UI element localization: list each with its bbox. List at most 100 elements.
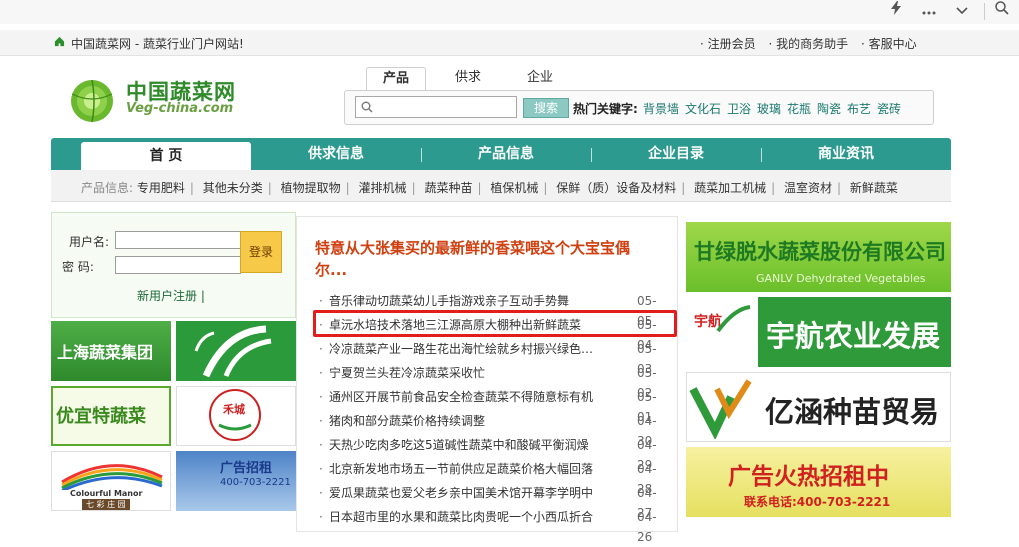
hot-keyword[interactable]: 瓷砖 bbox=[877, 100, 901, 117]
subnav-item[interactable]: 保鲜（质）设备及材料 bbox=[556, 181, 676, 195]
chevron-down-icon[interactable] bbox=[950, 0, 974, 24]
home-icon bbox=[54, 36, 65, 47]
logo-english-text: Veg-china.com bbox=[126, 101, 234, 116]
tab-supply-demand[interactable]: 供求 bbox=[438, 67, 498, 91]
ad-green-logo[interactable] bbox=[176, 321, 296, 381]
news-item[interactable]: · 宁夏贺兰头茬冷凉蔬菜采收忙 05-02 bbox=[315, 363, 667, 400]
rainbow-stripes-icon bbox=[61, 464, 163, 493]
news-item[interactable]: · 冷凉蔬菜产业一路生花出海忙绘就乡村振兴绿色画卷 05-03 bbox=[315, 339, 667, 376]
ad-subtext: 联系电话:400-703-2221 bbox=[744, 495, 891, 509]
subnav-item[interactable]: 蔬菜加工机械 bbox=[694, 181, 766, 195]
news-title[interactable]: 冷凉蔬菜产业一路生花出海忙绘就乡村振兴绿色画卷 bbox=[329, 339, 597, 359]
news-panel: 特意从大张集买的最新鲜的香菜喂这个大宝宝偶尔... · 音乐律动切蔬菜幼儿手指游戏… bbox=[296, 216, 678, 544]
nav-enterprise-directory[interactable]: 企业目录 bbox=[591, 138, 761, 170]
browser-toolbar bbox=[0, 0, 1019, 24]
password-label: 密 码: bbox=[62, 260, 94, 274]
subnav-item[interactable]: 专用肥料 bbox=[137, 181, 185, 195]
subnav-item[interactable]: 灌排机械 bbox=[359, 181, 407, 195]
more-icon[interactable] bbox=[917, 0, 941, 24]
ad-for-rent-large[interactable]: 广告火热招租中 联系电话:400-703-2221 bbox=[686, 447, 951, 517]
subnav-item[interactable]: 温室资材 bbox=[784, 181, 832, 195]
product-subnav: 产品信息: 专用肥料 | 其他未分类 | 植物提取物 | 灌排机械 | 蔬菜种苗 | 植保… bbox=[51, 170, 951, 202]
hot-keyword[interactable]: 花瓶 bbox=[787, 100, 811, 117]
nav-home[interactable]: 首 页 bbox=[81, 142, 251, 170]
ad-title: 广告火热招租中 bbox=[728, 464, 889, 490]
hot-keyword[interactable]: 文化石 bbox=[685, 100, 721, 117]
ad-yihan-seedling[interactable]: 亿涵种苗贸易 bbox=[686, 372, 951, 442]
hot-keyword[interactable]: 卫浴 bbox=[727, 100, 751, 117]
ad-yuhang-agriculture[interactable]: 宇航 宇航农业发展 bbox=[686, 297, 951, 367]
ad-subtext: GANLV Dehydrated Vegetables bbox=[756, 272, 926, 285]
ad-for-rent-small[interactable]: 广告招租 400-703-2221 bbox=[176, 451, 296, 511]
ad-text: 上海蔬菜集团 bbox=[57, 343, 154, 362]
leaf-road-icon bbox=[194, 325, 272, 378]
news-title[interactable]: 通州区开展节前食品安全检查蔬菜不得随意标有机 bbox=[329, 387, 597, 407]
news-item[interactable]: · 猪肉和部分蔬菜价格持续调整 04-30 bbox=[315, 411, 667, 448]
cabbage-logo-icon bbox=[71, 79, 113, 123]
yuhang-logo-icon: 宇航 bbox=[686, 297, 758, 367]
nav-supply-demand[interactable]: 供求信息 bbox=[251, 138, 421, 170]
ad-ganlv-dehydrated[interactable]: 甘绿脱水蔬菜股份有限公司 GANLV Dehydrated Vegetables bbox=[686, 222, 951, 292]
magnifier-icon bbox=[361, 101, 373, 113]
highlight-box bbox=[313, 310, 677, 337]
register-member-link[interactable]: · 注册会员 bbox=[700, 37, 756, 51]
ad-subtext: 七 彩 庄 园 bbox=[82, 499, 130, 510]
subnav-label: 产品信息: bbox=[81, 181, 134, 195]
top-links: · 注册会员 · 我的商务助手 · 客服中心 bbox=[700, 35, 926, 52]
subnav-item[interactable]: 其他未分类 bbox=[203, 181, 263, 195]
ad-title: 甘绿脱水蔬菜股份有限公司 bbox=[694, 240, 946, 264]
ad-title: 亿涵种苗贸易 bbox=[765, 395, 940, 429]
username-input[interactable] bbox=[115, 231, 241, 249]
news-title[interactable]: 天热少吃肉多吃这5道碱性蔬菜中和酸碱平衡润燥 bbox=[329, 435, 597, 455]
hot-keyword[interactable]: 玻璃 bbox=[757, 100, 781, 117]
ad-shanghai-vegetable-group[interactable]: 上海蔬菜集团 bbox=[51, 321, 171, 381]
nav-business-news[interactable]: 商业资讯 bbox=[761, 138, 931, 170]
lightning-icon[interactable] bbox=[884, 0, 908, 24]
subnav-item[interactable]: 植保机械 bbox=[490, 181, 538, 195]
news-headline[interactable]: 特意从大张集买的最新鲜的香菜喂这个大宝宝偶尔... bbox=[315, 237, 650, 281]
ad-text: 广告招租 bbox=[220, 461, 273, 476]
login-button[interactable]: 登录 bbox=[240, 231, 282, 273]
ad-colourful-manor[interactable]: Colourful Manor 七 彩 庄 园 bbox=[51, 451, 171, 511]
tab-products[interactable]: 产品 bbox=[366, 67, 426, 91]
subnav-item[interactable]: 植物提取物 bbox=[281, 181, 341, 195]
hot-keyword[interactable]: 布艺 bbox=[847, 100, 871, 117]
search-icon[interactable] bbox=[990, 0, 1014, 24]
news-title[interactable]: 日本超市里的水果和蔬菜比肉贵呢一个小西瓜折合 bbox=[329, 507, 597, 527]
news-item[interactable]: · 日本超市里的水果和蔬菜比肉贵呢一个小西瓜折合 04-26 bbox=[315, 507, 667, 544]
business-assistant-link[interactable]: · 我的商务助手 bbox=[768, 37, 848, 51]
site-topbar: 中国蔬菜网 - 蔬菜行业门户网站! · 注册会员 · 我的商务助手 · 客服中心 bbox=[0, 30, 1019, 56]
news-title[interactable]: 宁夏贺兰头茬冷凉蔬菜采收忙 bbox=[329, 363, 597, 383]
ad-text: 优宜特蔬菜 bbox=[56, 406, 146, 427]
ad-hecheng[interactable]: 禾城 bbox=[176, 386, 296, 446]
customer-service-link[interactable]: · 客服中心 bbox=[861, 37, 917, 51]
news-item[interactable]: · 北京新发地市场五一节前供应足蔬菜价格大幅回落 04-28 bbox=[315, 459, 667, 496]
news-title[interactable]: 音乐律动切蔬菜幼儿手指游戏亲子互动手势舞 bbox=[329, 291, 597, 311]
search-bar: 搜索 热门关键字: 背景墙 文化石 卫浴 玻璃 花瓶 陶瓷 布艺 瓷砖 bbox=[344, 90, 934, 125]
password-input[interactable] bbox=[115, 256, 241, 274]
ad-text: 禾城 bbox=[223, 403, 245, 416]
subnav-item[interactable]: 新鲜蔬菜 bbox=[850, 181, 898, 195]
hot-keyword[interactable]: 背景墙 bbox=[643, 100, 679, 117]
news-item[interactable]: · 爱瓜果蔬菜也爱父老乡亲中国美术馆开幕李学明中 04-27 bbox=[315, 483, 667, 520]
register-link[interactable]: 新用户注册 | bbox=[137, 287, 205, 304]
site-title[interactable]: 中国蔬菜网 - 蔬菜行业门户网站! bbox=[71, 35, 244, 52]
site-logo[interactable]: 中国蔬菜网 Veg-china.com bbox=[62, 74, 252, 124]
news-item[interactable]: · 天热少吃肉多吃这5道碱性蔬菜中和酸碱平衡润燥 04-29 bbox=[315, 435, 667, 472]
search-input[interactable] bbox=[355, 96, 517, 118]
search-button[interactable]: 搜索 bbox=[523, 98, 569, 118]
nav-products[interactable]: 产品信息 bbox=[421, 138, 591, 170]
news-title[interactable]: 爱瓜果蔬菜也爱父老乡亲中国美术馆开幕李学明中 bbox=[329, 483, 597, 503]
tab-enterprises[interactable]: 企业 bbox=[510, 67, 570, 91]
ad-youyite-vegetable[interactable]: 优宜特蔬菜 bbox=[51, 386, 171, 446]
news-title[interactable]: 猪肉和部分蔬菜价格持续调整 bbox=[329, 411, 597, 431]
main-nav: 首 页 供求信息 产品信息 企业目录 商业资讯 bbox=[51, 138, 951, 170]
news-title[interactable]: 北京新发地市场五一节前供应足蔬菜价格大幅回落 bbox=[329, 459, 597, 479]
news-date: 04-26 bbox=[637, 510, 657, 544]
yihan-logo-icon bbox=[689, 379, 752, 440]
news-item[interactable]: · 通州区开展节前食品安全检查蔬菜不得随意标有机 05-01 bbox=[315, 387, 667, 424]
ad-subtext: 400-703-2221 bbox=[220, 477, 291, 488]
subnav-item[interactable]: 蔬菜种苗 bbox=[424, 181, 472, 195]
hot-keyword[interactable]: 陶瓷 bbox=[817, 100, 841, 117]
hot-keywords-label: 热门关键字: bbox=[573, 102, 638, 116]
